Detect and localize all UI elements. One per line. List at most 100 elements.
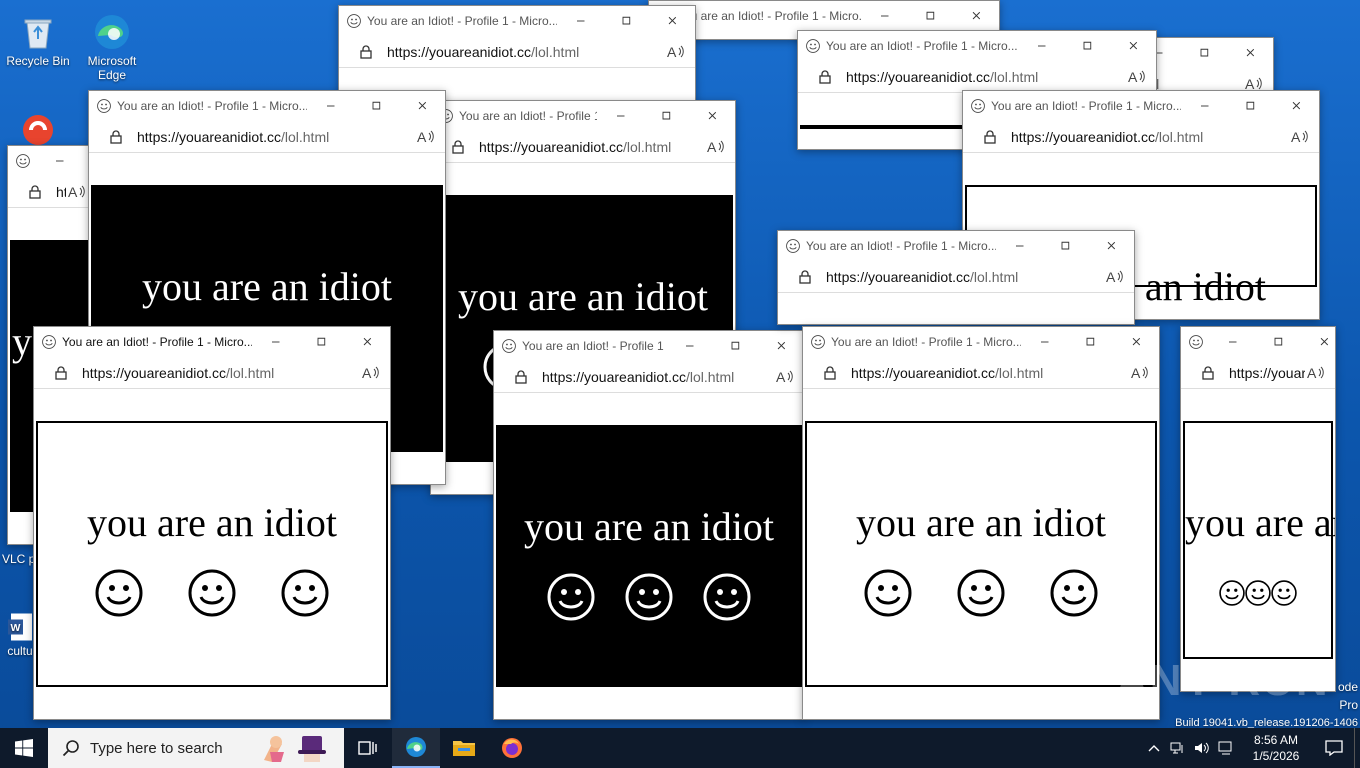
url-text[interactable]: https://youareanidiot.cc/lol.html (82, 365, 360, 381)
url-text[interactable]: https://youareanidiot.cc/lol.html (387, 44, 665, 60)
clock[interactable]: 8:56 AM 1/5/2026 (1238, 732, 1314, 764)
close-button[interactable] (1301, 327, 1335, 357)
address-bar[interactable]: https://youareanidiot.cc/lol.htmlA (34, 357, 390, 389)
read-aloud-icon[interactable]: A (705, 137, 725, 157)
address-bar[interactable]: https://youareanidiot.cc/lol.htmlA (803, 357, 1159, 389)
read-aloud-icon[interactable]: A (1305, 363, 1325, 383)
url-text[interactable]: https://youareanidiot.cc/lol.html (137, 129, 415, 145)
minimize-button[interactable] (1018, 31, 1064, 61)
maximize-button[interactable] (603, 6, 649, 36)
url-text[interactable]: https://youareanidiot.cc/lol.html (56, 184, 66, 200)
minimize-button[interactable] (666, 331, 712, 361)
popup-window[interactable]: You are an Idiot! - Profile 1 - Micro...… (1180, 326, 1336, 692)
minimize-button[interactable] (1021, 327, 1067, 357)
window-title-bar[interactable]: You are an Idiot! - Profile 1 - Micro... (803, 327, 1159, 357)
popup-window[interactable]: You are an Idiot! - Profile 1 - Micro...… (777, 230, 1135, 325)
window-title-bar[interactable]: You are an Idiot! - Profile 1 - Micro... (339, 6, 695, 36)
show-desktop-button[interactable] (1354, 728, 1360, 768)
url-text[interactable]: https://youareanidiot.cc/lol.html (826, 269, 1104, 285)
window-title-bar[interactable]: You are an Idiot! - Profile 1 - Micro... (1181, 327, 1335, 357)
notifications-button[interactable] (1314, 728, 1354, 768)
url-text[interactable]: https://youareanidiot.cc/lol.html (851, 365, 1129, 381)
window-title-bar[interactable]: You are an Idiot! - Profile 1 - Micro... (431, 101, 735, 131)
window-title-bar[interactable]: You are an Idiot! - Profile 1 - Micro... (778, 231, 1134, 261)
input-indicator-button[interactable] (1214, 728, 1238, 768)
minimize-button[interactable] (861, 1, 907, 31)
close-button[interactable] (1273, 91, 1319, 121)
idiot-panel[interactable]: you are an idiot (1183, 421, 1335, 659)
window-title-bar[interactable]: You are an Idiot! - Profile 1 - Micro... (494, 331, 804, 361)
address-bar[interactable]: https://youareanidiot.cc/lol.htmlA (494, 361, 804, 393)
idiot-panel[interactable]: you are an idiot (496, 425, 802, 687)
task-view-button[interactable] (344, 728, 392, 768)
close-button[interactable] (689, 101, 735, 131)
url-text[interactable]: https://youareanidiot.cc/lol.html (542, 369, 774, 385)
minimize-button[interactable] (1209, 327, 1255, 357)
window-title-bar[interactable]: You are an Idiot! - Profile 1 - Micro... (798, 31, 1156, 61)
minimize-button[interactable] (597, 101, 643, 131)
close-button[interactable] (758, 331, 804, 361)
minimize-button[interactable] (252, 327, 298, 357)
maximize-button[interactable] (1067, 327, 1113, 357)
window-title-bar[interactable]: You are an Idiot! - Profile 1 - Micro... (89, 91, 445, 121)
minimize-button[interactable] (307, 91, 353, 121)
address-bar[interactable]: https://youareanidiot.cc/lol.htmlA (8, 176, 96, 208)
read-aloud-icon[interactable]: A (360, 363, 380, 383)
address-bar[interactable]: https://youareanidiot.cc/lol.htmlA (89, 121, 445, 153)
minimize-button[interactable] (996, 231, 1042, 261)
address-bar[interactable]: https://youareanidiot.cc/lol.htmlA (798, 61, 1156, 93)
window-title-bar[interactable]: You are an Idiot! - Profile 1 - Micro... (8, 146, 96, 176)
maximize-button[interactable] (1227, 91, 1273, 121)
taskbar-file-explorer[interactable] (440, 728, 488, 768)
read-aloud-icon[interactable]: A (66, 182, 86, 202)
url-text[interactable]: https://youareanidiot.cc/lol.html (846, 69, 1126, 85)
close-button[interactable] (1110, 31, 1156, 61)
maximize-button[interactable] (712, 331, 758, 361)
read-aloud-icon[interactable]: A (665, 42, 685, 62)
idiot-panel[interactable]: you are an idiot (36, 421, 388, 687)
close-button[interactable] (344, 327, 390, 357)
read-aloud-icon[interactable]: A (1289, 127, 1309, 147)
volume-button[interactable] (1190, 728, 1214, 768)
address-bar[interactable]: https://youareanidiot.cc/lol.htmlA (431, 131, 735, 163)
url-text[interactable]: https://youareanidiot.cc/lol.html (1011, 129, 1289, 145)
minimize-button[interactable] (1181, 91, 1227, 121)
close-button[interactable] (399, 91, 445, 121)
window-title-bar[interactable]: You are an Idiot! - Profile 1 - Micro... (963, 91, 1319, 121)
close-button[interactable] (953, 1, 999, 31)
taskbar-firefox[interactable] (488, 728, 536, 768)
close-button[interactable] (1227, 38, 1273, 68)
maximize-button[interactable] (907, 1, 953, 31)
desktop-icon-recycle-bin[interactable]: Recycle Bin (0, 8, 76, 68)
idiot-panel[interactable]: you are an idiot (805, 421, 1157, 687)
maximize-button[interactable] (1255, 327, 1301, 357)
minimize-button[interactable] (36, 146, 82, 176)
close-button[interactable] (1088, 231, 1134, 261)
read-aloud-icon[interactable]: A (1126, 67, 1146, 87)
address-bar[interactable]: https://youareanidiot.cc/lol.htmlA (339, 36, 695, 68)
maximize-button[interactable] (1042, 231, 1088, 261)
address-bar[interactable]: https://youareanidiot.cc/lol.htmlA (778, 261, 1134, 293)
close-button[interactable] (649, 6, 695, 36)
address-bar[interactable]: https://youareanidiot.cc/lol.htmlA (1181, 357, 1335, 389)
maximize-button[interactable] (353, 91, 399, 121)
popup-window[interactable]: You are an Idiot! - Profile 1 - Micro...… (493, 330, 805, 720)
maximize-button[interactable] (298, 327, 344, 357)
url-text[interactable]: https://youareanidiot.cc/lol.html (1229, 365, 1305, 381)
window-title-bar[interactable]: You are an Idiot! - Profile 1 - Micro... (649, 1, 999, 31)
minimize-button[interactable] (557, 6, 603, 36)
search-box[interactable]: Type here to search (48, 728, 344, 768)
taskbar-edge[interactable] (392, 728, 440, 768)
url-text[interactable]: https://youareanidiot.cc/lol.html (479, 139, 705, 155)
popup-window[interactable]: You are an Idiot! - Profile 1 - Micro...… (33, 326, 391, 720)
maximize-button[interactable] (1181, 38, 1227, 68)
address-bar[interactable]: https://youareanidiot.cc/lol.htmlA (963, 121, 1319, 153)
start-button[interactable] (0, 728, 48, 768)
network-button[interactable] (1166, 728, 1190, 768)
desktop-icon-ccleaner[interactable] (0, 104, 76, 150)
window-title-bar[interactable]: You are an Idiot! - Profile 1 - Micro... (34, 327, 390, 357)
read-aloud-icon[interactable]: A (415, 127, 435, 147)
close-button[interactable] (1113, 327, 1159, 357)
read-aloud-icon[interactable]: A (1129, 363, 1149, 383)
read-aloud-icon[interactable]: A (774, 367, 794, 387)
